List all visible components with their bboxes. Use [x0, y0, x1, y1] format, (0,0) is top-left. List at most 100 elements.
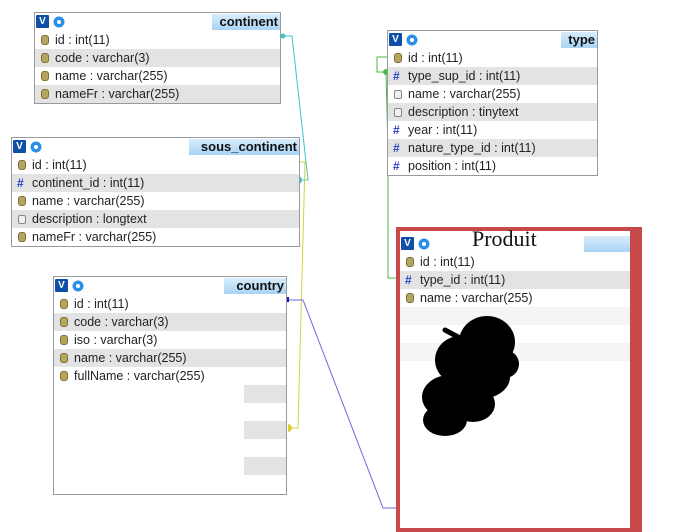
table-header[interactable]: V continent — [35, 13, 280, 31]
key-icon — [59, 371, 68, 381]
row-label: fullName : varchar(255) — [74, 369, 205, 383]
table-row[interactable]: code : varchar(3) — [35, 49, 280, 67]
row-label: nameFr : varchar(255) — [55, 87, 180, 101]
gear-icon[interactable] — [52, 15, 66, 29]
text-icon — [17, 214, 26, 224]
blank-row — [54, 439, 286, 457]
row-label: position : int(11) — [408, 159, 497, 173]
scribble-mark — [422, 316, 519, 436]
table-row[interactable]: id : int(11) — [54, 295, 286, 313]
row-label: id : int(11) — [55, 33, 110, 47]
key-icon — [59, 317, 68, 327]
table-header[interactable]: V country — [54, 277, 286, 295]
hash-icon: # — [393, 69, 400, 83]
checkbox-icon[interactable]: V — [36, 15, 49, 28]
table-row[interactable]: # type_sup_id : int(11) — [388, 67, 597, 85]
hash-icon: # — [405, 273, 412, 287]
row-label: name : varchar(255) — [55, 69, 168, 83]
row-label: code : varchar(3) — [74, 315, 169, 329]
key-icon — [40, 53, 49, 63]
hash-icon: # — [393, 123, 400, 137]
row-label: description : longtext — [32, 212, 147, 226]
table-row[interactable]: nameFr : varchar(255) — [12, 228, 299, 246]
table-title: continent — [219, 14, 279, 29]
row-label: iso : varchar(3) — [74, 333, 158, 347]
table-row[interactable]: description : tinytext — [388, 103, 597, 121]
blank-row — [244, 421, 286, 439]
table-row[interactable]: name : varchar(255) — [400, 289, 630, 307]
gear-icon[interactable] — [405, 33, 419, 47]
table-row[interactable]: id : int(11) — [12, 156, 299, 174]
key-icon — [17, 196, 26, 206]
table-continent[interactable]: V continent id : int(11) code : varchar(… — [34, 12, 281, 104]
table-row[interactable]: fullName : varchar(255) — [54, 367, 286, 385]
table-row[interactable]: id : int(11) — [400, 253, 630, 271]
table-blank-area — [54, 385, 286, 475]
checkbox-icon[interactable]: V — [389, 33, 402, 46]
checkbox-icon[interactable]: V — [55, 279, 68, 292]
table-title: country — [236, 278, 284, 293]
table-country[interactable]: V country id : int(11) code : varchar(3)… — [53, 276, 287, 495]
table-row[interactable]: # year : int(11) — [388, 121, 597, 139]
row-label: name : varchar(255) — [420, 291, 533, 305]
key-icon — [393, 53, 402, 63]
table-row[interactable]: description : longtext — [12, 210, 299, 228]
row-label: name : varchar(255) — [74, 351, 187, 365]
table-sous-continent[interactable]: V sous_continent id : int(11) # continent… — [11, 137, 300, 247]
table-row[interactable]: code : varchar(3) — [54, 313, 286, 331]
key-icon — [405, 293, 414, 303]
key-icon — [40, 89, 49, 99]
header-bar — [584, 236, 630, 252]
blank-row — [244, 385, 286, 403]
table-row[interactable]: iso : varchar(3) — [54, 331, 286, 349]
key-icon — [59, 299, 68, 309]
gear-icon[interactable] — [71, 279, 85, 293]
key-icon — [59, 335, 68, 345]
table-row[interactable]: # type_id : int(11) — [400, 271, 630, 289]
blank-row — [244, 457, 286, 475]
row-label: id : int(11) — [408, 51, 463, 65]
key-icon — [17, 232, 26, 242]
row-label: name : varchar(255) — [408, 87, 521, 101]
table-header[interactable]: V type — [388, 31, 597, 49]
table-type[interactable]: V type id : int(11) # type_sup_id : int(1… — [387, 30, 598, 176]
row-label: id : int(11) — [32, 158, 87, 172]
row-label: nature_type_id : int(11) — [408, 141, 536, 155]
hash-icon: # — [17, 176, 24, 190]
row-label: year : int(11) — [408, 123, 478, 137]
gear-icon[interactable] — [29, 140, 43, 154]
table-row[interactable]: id : int(11) — [388, 49, 597, 67]
table-row[interactable]: name : varchar(255) — [12, 192, 299, 210]
row-label: id : int(11) — [74, 297, 129, 311]
hash-icon: # — [393, 159, 400, 173]
hash-icon: # — [393, 141, 400, 155]
table-row[interactable]: name : varchar(255) — [54, 349, 286, 367]
text-icon — [393, 89, 402, 99]
row-label: nameFr : varchar(255) — [32, 230, 157, 244]
key-icon — [40, 71, 49, 81]
table-row[interactable]: name : varchar(255) — [35, 67, 280, 85]
row-label: name : varchar(255) — [32, 194, 145, 208]
gear-icon[interactable] — [417, 237, 431, 251]
checkbox-icon[interactable]: V — [13, 140, 26, 153]
key-icon — [17, 160, 26, 170]
table-row[interactable]: name : varchar(255) — [388, 85, 597, 103]
key-icon — [405, 257, 414, 267]
table-row[interactable]: nameFr : varchar(255) — [35, 85, 280, 103]
link-end-continent — [280, 33, 286, 39]
blank-row — [54, 403, 286, 421]
table-row[interactable]: id : int(11) — [35, 31, 280, 49]
table-header[interactable]: V sous_continent — [12, 138, 299, 156]
key-icon — [59, 353, 68, 363]
table-title: type — [568, 32, 595, 47]
row-label: continent_id : int(11) — [32, 176, 145, 190]
row-label: code : varchar(3) — [55, 51, 150, 65]
row-label: type_sup_id : int(11) — [408, 69, 521, 83]
table-row[interactable]: # position : int(11) — [388, 157, 597, 175]
text-icon — [393, 107, 402, 117]
checkbox-icon[interactable]: V — [401, 237, 414, 250]
produit-title: Produit — [472, 226, 537, 251]
table-row[interactable]: # continent_id : int(11) — [12, 174, 299, 192]
table-row[interactable]: # nature_type_id : int(11) — [388, 139, 597, 157]
key-icon — [40, 35, 49, 45]
